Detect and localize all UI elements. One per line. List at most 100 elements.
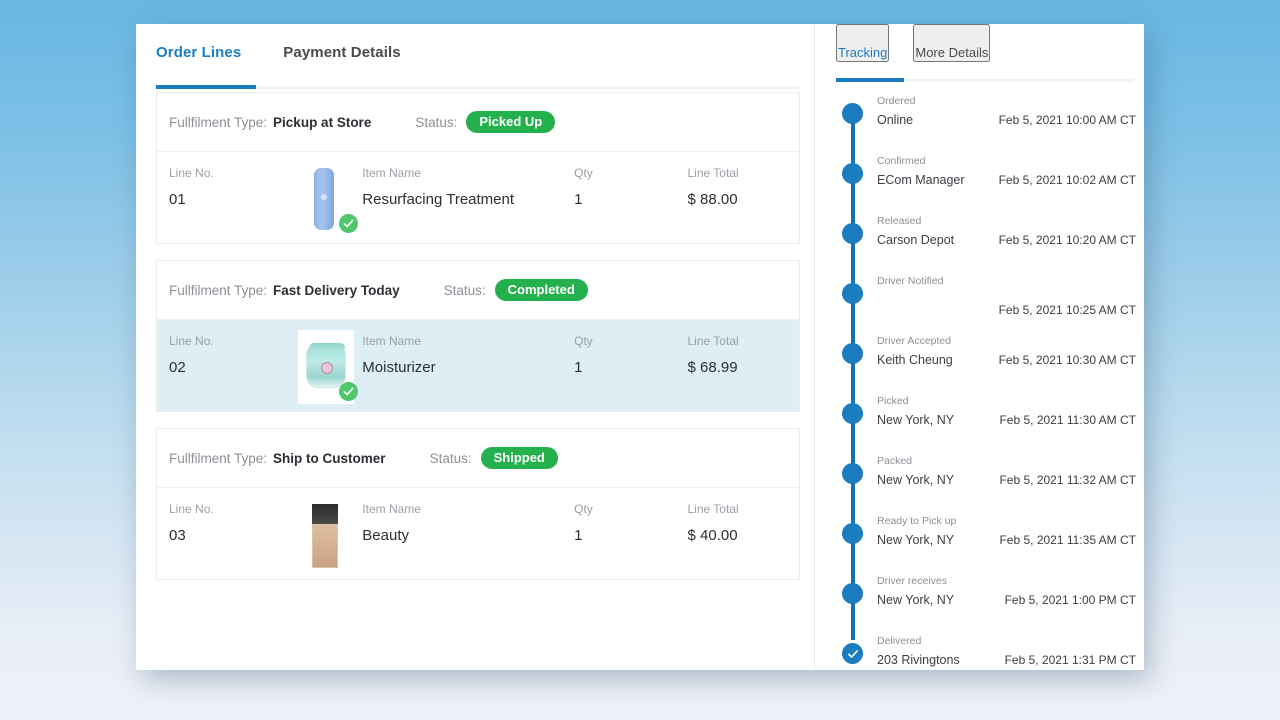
timeline-label: Driver Accepted xyxy=(877,335,1144,348)
fulfilment-type-value: Pickup at Store xyxy=(273,114,372,130)
foundation-bottle-icon xyxy=(298,504,354,568)
timeline-item[interactable]: Driver receives New York, NY Feb 5, 2021… xyxy=(815,575,1144,634)
line-no-value: 03 xyxy=(169,527,186,544)
line-no-cell: Line No. 01 xyxy=(169,166,290,208)
timeline-sub: ECom Manager xyxy=(877,172,965,187)
qty-value: 1 xyxy=(574,359,583,376)
item-name-header: Item Name xyxy=(362,334,421,348)
timeline-dot-icon xyxy=(842,403,863,424)
timeline-dot-icon xyxy=(842,343,863,364)
timeline-sub: 203 Rivingtons New York, NY 10002 xyxy=(877,652,992,670)
timeline-check-icon xyxy=(842,643,863,664)
right-tab-bar: Tracking More Details xyxy=(815,24,1144,74)
line-total-value: $ 88.00 xyxy=(687,191,738,208)
order-lines-panel: Order Lines Payment Details Fullfilment … xyxy=(136,24,815,670)
line-total-cell: Line Total $ 68.99 xyxy=(688,334,800,376)
line-no-header: Line No. xyxy=(169,334,214,348)
timeline-dot-icon xyxy=(842,583,863,604)
timeline-time: Feb 5, 2021 10:02 AM CT xyxy=(998,172,1136,187)
timeline-dot-icon xyxy=(842,103,863,124)
item-name-header: Item Name xyxy=(362,166,421,180)
fulfilment-type-value: Ship to Customer xyxy=(273,450,386,466)
timeline-sub: New York, NY xyxy=(877,592,955,607)
timeline-dot-icon xyxy=(842,163,863,184)
line-total-header: Line Total xyxy=(687,334,739,348)
fulfilment-type-value: Fast Delivery Today xyxy=(273,282,400,298)
qty-value: 1 xyxy=(574,527,583,544)
qty-cell: Qty 1 xyxy=(574,334,687,376)
line-total-cell: Line Total $ 88.00 xyxy=(688,166,800,208)
section-header: Fullfilment Type: Pickup at Store Status… xyxy=(157,93,799,152)
item-name-cell: Item Name Moisturizer xyxy=(362,334,574,376)
item-name-header: Item Name xyxy=(362,502,421,516)
timeline-dot-icon xyxy=(842,283,863,304)
tab-tracking[interactable]: Tracking xyxy=(836,24,890,62)
left-tab-active-indicator xyxy=(156,85,256,89)
timeline-label: Delivered xyxy=(877,635,1144,648)
timeline-item[interactable]: Driver Accepted Keith Cheung Feb 5, 2021… xyxy=(815,335,1144,394)
timeline-item[interactable]: Packed New York, NY Feb 5, 2021 11:32 AM… xyxy=(815,455,1144,514)
line-no-value: 01 xyxy=(169,191,186,208)
timeline-sub: Online xyxy=(877,112,914,127)
timeline-sub: New York, NY xyxy=(877,412,955,427)
product-thumbnail-cell xyxy=(290,502,362,568)
line-no-header: Line No. xyxy=(169,166,214,180)
order-line-row[interactable]: Line No. 03 Item Name Beauty Qty 1 Line … xyxy=(157,488,799,579)
status-label: Status: xyxy=(415,114,458,130)
line-total-header: Line Total xyxy=(687,502,739,516)
item-name-cell: Item Name Resurfacing Treatment xyxy=(362,166,574,208)
jar-teal-icon xyxy=(298,330,359,404)
timeline-label: Driver receives xyxy=(877,575,1144,588)
timeline-time: Feb 5, 2021 11:32 AM CT xyxy=(999,472,1136,487)
order-sections: Fullfilment Type: Pickup at Store Status… xyxy=(136,78,814,580)
order-line-row[interactable]: Line No. 01 Item Name Resurfacing Treatm… xyxy=(157,152,799,243)
qty-header: Qty xyxy=(574,502,593,516)
timeline-label: Confirmed xyxy=(877,155,1144,168)
timeline-time: Feb 5, 2021 11:30 AM CT xyxy=(999,412,1136,427)
timeline-item[interactable]: Ready to Pick up New York, NY Feb 5, 202… xyxy=(815,515,1144,574)
tube-blue-icon xyxy=(298,168,359,233)
timeline-item[interactable]: Confirmed ECom Manager Feb 5, 2021 10:02… xyxy=(815,155,1144,214)
timeline-label: Ordered xyxy=(877,95,1144,108)
qty-cell: Qty 1 xyxy=(574,502,687,544)
tracking-timeline: Ordered Online Feb 5, 2021 10:00 AM CT C… xyxy=(815,74,1144,670)
timeline-sub: New York, NY xyxy=(877,532,955,547)
timeline-dot-icon xyxy=(842,463,863,484)
item-name-cell: Item Name Beauty xyxy=(362,502,574,544)
timeline-label: Driver Notified xyxy=(877,275,1144,288)
timeline-label: Packed xyxy=(877,455,1144,468)
tracking-panel: Tracking More Details Ordered Online Feb… xyxy=(815,24,1144,670)
timeline-item[interactable]: Picked New York, NY Feb 5, 2021 11:30 AM… xyxy=(815,395,1144,454)
order-line-row-selected[interactable]: Line No. 02 Item Name Moisturizer Qty 1 … xyxy=(157,320,799,411)
qty-cell: Qty 1 xyxy=(574,166,687,208)
check-circle-icon xyxy=(339,382,359,401)
timeline-label: Released xyxy=(877,215,1144,228)
line-no-cell: Line No. 02 xyxy=(169,334,290,376)
timeline-item[interactable]: Delivered 203 Rivingtons New York, NY 10… xyxy=(815,635,1144,670)
check-circle-icon xyxy=(339,214,359,233)
tab-more-details[interactable]: More Details xyxy=(913,24,991,62)
timeline-label: Ready to Pick up xyxy=(877,515,1144,528)
timeline-time: Feb 5, 2021 11:35 AM CT xyxy=(999,532,1136,547)
section-header: Fullfilment Type: Ship to Customer Statu… xyxy=(157,429,799,488)
timeline-sub: Keith Cheung xyxy=(877,352,953,367)
timeline-time: Feb 5, 2021 10:25 AM CT xyxy=(998,302,1136,317)
timeline-time: Feb 5, 2021 10:20 AM CT xyxy=(998,232,1136,247)
fulfilment-type-label: Fullfilment Type: xyxy=(169,114,268,130)
qty-header: Qty xyxy=(574,334,593,348)
status-badge: Completed xyxy=(494,278,588,302)
timeline-item[interactable]: Released Carson Depot Feb 5, 2021 10:20 … xyxy=(815,215,1144,274)
timeline-item[interactable]: Driver Notified Feb 5, 2021 10:25 AM CT xyxy=(815,275,1144,334)
status-badge: Shipped xyxy=(480,446,558,470)
line-no-cell: Line No. 03 xyxy=(169,502,290,544)
tab-payment-details[interactable]: Payment Details xyxy=(283,24,400,61)
timeline-time: Feb 5, 2021 1:00 PM CT xyxy=(1004,592,1136,607)
status-label: Status: xyxy=(443,282,486,298)
order-section: Fullfilment Type: Pickup at Store Status… xyxy=(156,92,800,244)
timeline-dot-icon xyxy=(842,523,863,544)
item-name-value: Moisturizer xyxy=(362,359,436,376)
qty-header: Qty xyxy=(574,166,593,180)
timeline-sub: Carson Depot xyxy=(877,232,955,247)
tab-order-lines[interactable]: Order Lines xyxy=(156,24,241,61)
timeline-item[interactable]: Ordered Online Feb 5, 2021 10:00 AM CT xyxy=(815,95,1144,154)
